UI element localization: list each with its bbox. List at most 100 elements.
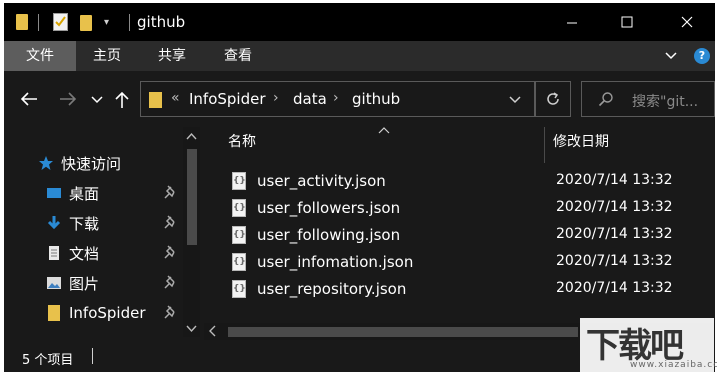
close-button[interactable] xyxy=(664,3,710,41)
scroll-up-icon[interactable] xyxy=(186,132,197,140)
refresh-icon xyxy=(547,92,559,105)
scrollbar-thumb[interactable] xyxy=(228,327,578,337)
properties-icon[interactable] xyxy=(53,13,68,31)
file-name: user_followers.json xyxy=(257,199,401,217)
download-icon xyxy=(47,216,61,230)
address-overflow[interactable]: « xyxy=(171,90,180,106)
search-input[interactable]: 搜索"git... xyxy=(632,91,698,111)
pictures-icon xyxy=(47,277,61,289)
breadcrumb-separator[interactable]: › xyxy=(273,90,279,106)
address-history-icon[interactable] xyxy=(509,95,521,105)
tab-view[interactable]: 查看 xyxy=(207,41,269,71)
ribbon-tabs: 文件 主页 共享 查看 ? xyxy=(4,41,715,71)
file-row[interactable]: {} user_infomation.json 2020/7/14 13:32 xyxy=(224,250,704,277)
folder-icon[interactable] xyxy=(16,14,28,30)
navigation-pane: 快速访问 桌面 下载 文档 图片 InfoSpider xyxy=(4,127,200,337)
nav-quick-access[interactable]: 快速访问 xyxy=(38,149,121,177)
file-modified: 2020/7/14 13:32 xyxy=(556,226,673,242)
file-row[interactable]: {} user_repository.json 2020/7/14 13:32 xyxy=(224,277,704,304)
column-header-name[interactable]: 名称 xyxy=(228,131,256,151)
breadcrumb-github[interactable]: github xyxy=(352,90,400,108)
breadcrumb-infospider[interactable]: InfoSpider xyxy=(189,90,266,108)
nav-quick-access-label: 快速访问 xyxy=(61,154,122,173)
tab-home[interactable]: 主页 xyxy=(76,41,138,71)
file-row[interactable]: {} user_activity.json 2020/7/14 13:32 xyxy=(224,169,704,196)
nav-item-downloads[interactable]: 下载 xyxy=(46,209,99,237)
nav-item-label: 下载 xyxy=(69,214,100,233)
file-list: 名称 修改日期 {} user_activity.json 2020/7/14 … xyxy=(204,127,715,337)
pin-icon[interactable] xyxy=(164,245,176,259)
pin-icon[interactable] xyxy=(164,215,176,229)
file-row[interactable]: {} user_following.json 2020/7/14 13:32 xyxy=(224,223,704,250)
scrollbar-thumb[interactable] xyxy=(187,149,197,245)
nav-item-documents[interactable]: 文档 xyxy=(46,239,99,267)
search-icon xyxy=(598,92,613,107)
minimize-icon xyxy=(567,22,577,24)
maximize-button[interactable] xyxy=(604,3,650,41)
watermark-url: www.xiazaiba.com xyxy=(630,360,717,370)
sort-ascending-icon xyxy=(378,127,390,134)
search-box[interactable]: 搜索"git... xyxy=(581,81,715,117)
pin-icon[interactable] xyxy=(164,305,176,319)
column-header-modified[interactable]: 修改日期 xyxy=(553,131,609,151)
file-row[interactable]: {} user_followers.json 2020/7/14 13:32 xyxy=(224,196,704,223)
nav-item-label: 桌面 xyxy=(69,184,100,203)
customize-toolbar-icon[interactable]: ▾ xyxy=(104,17,109,28)
json-file-icon: {} xyxy=(232,253,246,271)
pin-icon[interactable] xyxy=(164,275,176,289)
nav-item-label: InfoSpider xyxy=(69,304,146,322)
title-divider xyxy=(129,14,130,31)
refresh-button[interactable] xyxy=(535,81,571,117)
status-divider xyxy=(92,348,93,364)
json-file-icon: {} xyxy=(232,199,246,217)
tab-share[interactable]: 共享 xyxy=(141,41,203,71)
explorer-window: ▾ github 文件 主页 共享 查看 ? « InfoSpider › da… xyxy=(4,3,715,372)
help-icon[interactable]: ? xyxy=(694,48,710,64)
back-icon[interactable] xyxy=(20,91,38,107)
window-title: github xyxy=(137,13,186,31)
nav-item-label: 文档 xyxy=(69,244,100,263)
file-name: user_repository.json xyxy=(257,280,407,298)
scroll-left-icon[interactable] xyxy=(209,325,217,337)
json-file-icon: {} xyxy=(232,226,246,244)
folder-icon xyxy=(149,92,162,108)
title-bar: ▾ github xyxy=(4,3,715,41)
nav-pane-scrollbar[interactable] xyxy=(183,127,200,337)
watermark-logo: 下载吧 www.xiazaiba.com xyxy=(580,318,717,374)
recent-locations-icon[interactable] xyxy=(91,95,103,105)
close-icon xyxy=(681,16,693,28)
breadcrumb-data[interactable]: data xyxy=(293,90,327,108)
scroll-down-icon[interactable] xyxy=(186,325,197,333)
up-icon[interactable] xyxy=(114,91,130,109)
file-modified: 2020/7/14 13:32 xyxy=(556,172,673,188)
nav-item-desktop[interactable]: 桌面 xyxy=(46,179,99,207)
file-name: user_following.json xyxy=(257,226,401,244)
pin-icon[interactable] xyxy=(164,185,176,199)
folder-icon xyxy=(48,305,60,321)
new-folder-icon[interactable] xyxy=(80,15,92,31)
expand-ribbon-icon[interactable] xyxy=(664,50,678,62)
file-modified: 2020/7/14 13:32 xyxy=(556,280,673,296)
minimize-button[interactable] xyxy=(549,3,595,41)
file-modified: 2020/7/14 13:32 xyxy=(556,253,673,269)
navigation-bar: « InfoSpider › data › github 搜索"git... xyxy=(4,71,715,127)
nav-item-pictures[interactable]: 图片 xyxy=(46,269,99,297)
nav-item-infospider[interactable]: InfoSpider xyxy=(46,299,146,327)
breadcrumb-separator[interactable]: › xyxy=(333,90,339,106)
column-divider[interactable] xyxy=(544,127,545,163)
toolbar-divider xyxy=(38,14,39,31)
file-modified: 2020/7/14 13:32 xyxy=(556,199,673,215)
json-file-icon: {} xyxy=(232,172,246,190)
nav-item-label: 图片 xyxy=(69,274,100,293)
star-icon xyxy=(39,156,53,170)
tab-file[interactable]: 文件 xyxy=(4,41,76,71)
document-icon xyxy=(49,246,59,260)
forward-icon[interactable] xyxy=(59,91,77,107)
file-name: user_activity.json xyxy=(257,172,386,190)
item-count: 5 个项目 xyxy=(22,353,74,368)
address-bar[interactable]: « InfoSpider › data › github xyxy=(140,81,535,117)
desktop-icon xyxy=(47,188,61,198)
maximize-icon xyxy=(621,16,633,28)
json-file-icon: {} xyxy=(232,280,246,298)
file-name: user_infomation.json xyxy=(257,253,414,271)
